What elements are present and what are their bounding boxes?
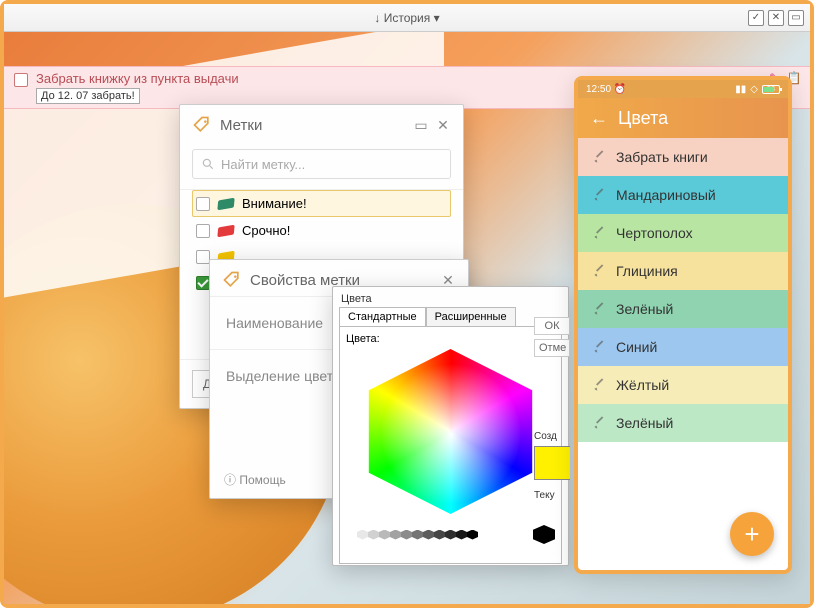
- status-bar: 12:50 ⏰ ▮▮ ◇ 58: [578, 80, 788, 98]
- brush-icon: [590, 301, 606, 317]
- maximize-icon[interactable]: ▭: [413, 117, 429, 133]
- color-list-item[interactable]: Глициния: [578, 252, 788, 290]
- brush-icon: [590, 339, 606, 355]
- colors-label: Цвета:: [346, 333, 555, 345]
- tag-row[interactable]: Срочно!: [192, 217, 451, 244]
- color-list-item[interactable]: Синий: [578, 328, 788, 366]
- greyscale-row[interactable]: [346, 530, 478, 540]
- cancel-button[interactable]: Отме: [534, 339, 570, 357]
- create-label: Созд: [534, 431, 570, 442]
- current-label: Теку: [534, 490, 570, 501]
- tag-checkbox[interactable]: [196, 224, 210, 238]
- topbar: ↓ История ▾ ✓ ✕ ▭: [4, 4, 810, 32]
- task-due: До 12. 07 забрать!: [36, 88, 140, 104]
- color-hexagon[interactable]: [356, 349, 546, 519]
- brush-icon: [590, 377, 606, 393]
- tag-icon: [192, 115, 212, 135]
- back-icon[interactable]: ←: [590, 108, 608, 129]
- item-label: Чертополох: [616, 225, 693, 241]
- item-label: Глициния: [616, 263, 678, 279]
- tag-checkbox[interactable]: [196, 276, 210, 290]
- tag-label: Срочно!: [242, 223, 290, 238]
- signal-icon: ▮▮: [735, 84, 746, 95]
- item-label: Зелёный: [616, 301, 673, 317]
- tag-icon: [222, 270, 242, 290]
- tag-row[interactable]: Внимание!: [192, 190, 451, 217]
- item-label: Зелёный: [616, 415, 673, 431]
- check-icon[interactable]: ✓: [748, 10, 764, 26]
- panel-title: Метки: [220, 117, 405, 134]
- fab-add[interactable]: +: [730, 512, 774, 556]
- tab-extended[interactable]: Расширенные: [426, 307, 516, 327]
- brush-icon: [590, 225, 606, 241]
- tab-standard[interactable]: Стандартные: [339, 307, 426, 327]
- search-input[interactable]: Найти метку...: [192, 149, 451, 179]
- phone-frame: 12:50 ⏰ ▮▮ ◇ 58 ← Цвета Забрать книги Ман…: [574, 76, 792, 574]
- brush-icon: [590, 415, 606, 431]
- close-icon[interactable]: ✕: [435, 117, 451, 133]
- item-label: Мандариновый: [616, 187, 716, 203]
- color-list-item[interactable]: Зелёный: [578, 290, 788, 328]
- item-label: Жёлтый: [616, 377, 669, 393]
- current-swatch: [534, 446, 570, 480]
- tag-color-icon: [217, 197, 234, 210]
- color-list-item[interactable]: Жёлтый: [578, 366, 788, 404]
- tag-checkbox[interactable]: [196, 197, 210, 211]
- item-label: Синий: [616, 339, 657, 355]
- color-picker-panel: Цвета Стандартные Расширенные Цвета: ОК …: [332, 286, 569, 566]
- black-hex[interactable]: [533, 525, 555, 544]
- tag-label: Внимание!: [242, 196, 307, 211]
- phone-header: ← Цвета: [578, 98, 788, 138]
- history-dropdown[interactable]: ↓ История ▾: [374, 11, 439, 25]
- brush-icon: [590, 149, 606, 165]
- x-icon[interactable]: ✕: [768, 10, 784, 26]
- help-link[interactable]: ⓘ Помощь: [224, 471, 286, 488]
- task-checkbox[interactable]: [14, 73, 28, 87]
- color-list-item[interactable]: Зелёный: [578, 404, 788, 442]
- color-list-item[interactable]: Чертополох: [578, 214, 788, 252]
- tag-checkbox[interactable]: [196, 250, 210, 264]
- tag-color-icon: [217, 224, 234, 237]
- brush-icon: [590, 187, 606, 203]
- window-icon[interactable]: ▭: [788, 10, 804, 26]
- search-icon: [201, 157, 215, 171]
- panel-title: Цвета: [333, 287, 568, 307]
- color-list-item[interactable]: Мандариновый: [578, 176, 788, 214]
- brush-icon: [590, 263, 606, 279]
- header-title: Цвета: [618, 108, 668, 129]
- color-list-item[interactable]: Забрать книги: [578, 138, 788, 176]
- battery-icon: 58: [762, 85, 780, 94]
- task-title: Забрать книжку из пункта выдачи: [36, 71, 239, 86]
- ok-button[interactable]: ОК: [534, 317, 570, 335]
- wifi-icon: ◇: [750, 84, 758, 95]
- item-label: Забрать книги: [616, 149, 708, 165]
